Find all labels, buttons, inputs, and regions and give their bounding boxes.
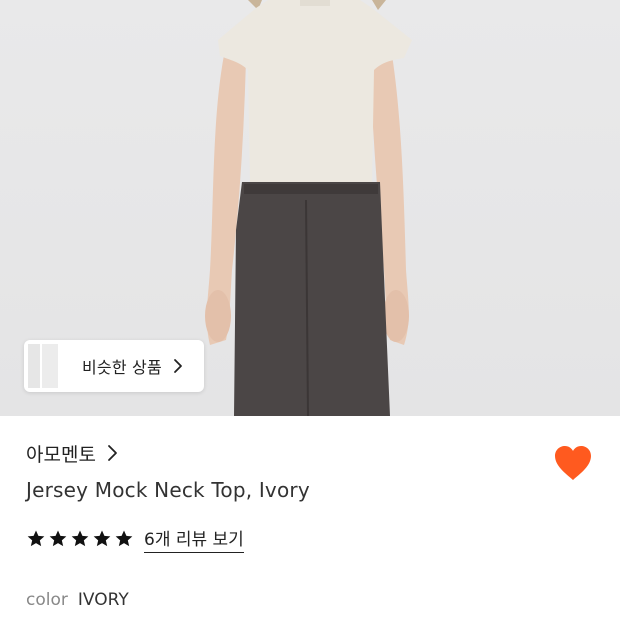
similar-products-label: 비슷한 상품 [82,358,162,377]
rating-stars [26,529,134,549]
color-option[interactable]: color IVORY [26,590,129,610]
brand-link[interactable]: 아모멘토 [26,438,118,468]
similar-products-thumbnails [28,340,64,392]
chevron-right-icon [108,445,117,461]
star-icon [115,530,133,547]
reviews-link[interactable]: 6개 리뷰 보기 [144,525,244,553]
chevron-right-icon [173,359,182,373]
brand-name: 아모멘토 [26,443,96,466]
star-icon [93,530,111,547]
similar-products-button[interactable]: 비슷한 상품 [24,340,204,392]
star-icon [49,530,67,547]
color-option-value: IVORY [77,590,129,610]
rating-row: 6개 리뷰 보기 [26,525,244,553]
star-icon [27,530,45,547]
star-icon [71,530,89,547]
heart-icon[interactable] [553,444,593,482]
product-title: Jersey Mock Neck Top, Ivory [26,478,310,502]
color-option-label: color [26,590,68,610]
